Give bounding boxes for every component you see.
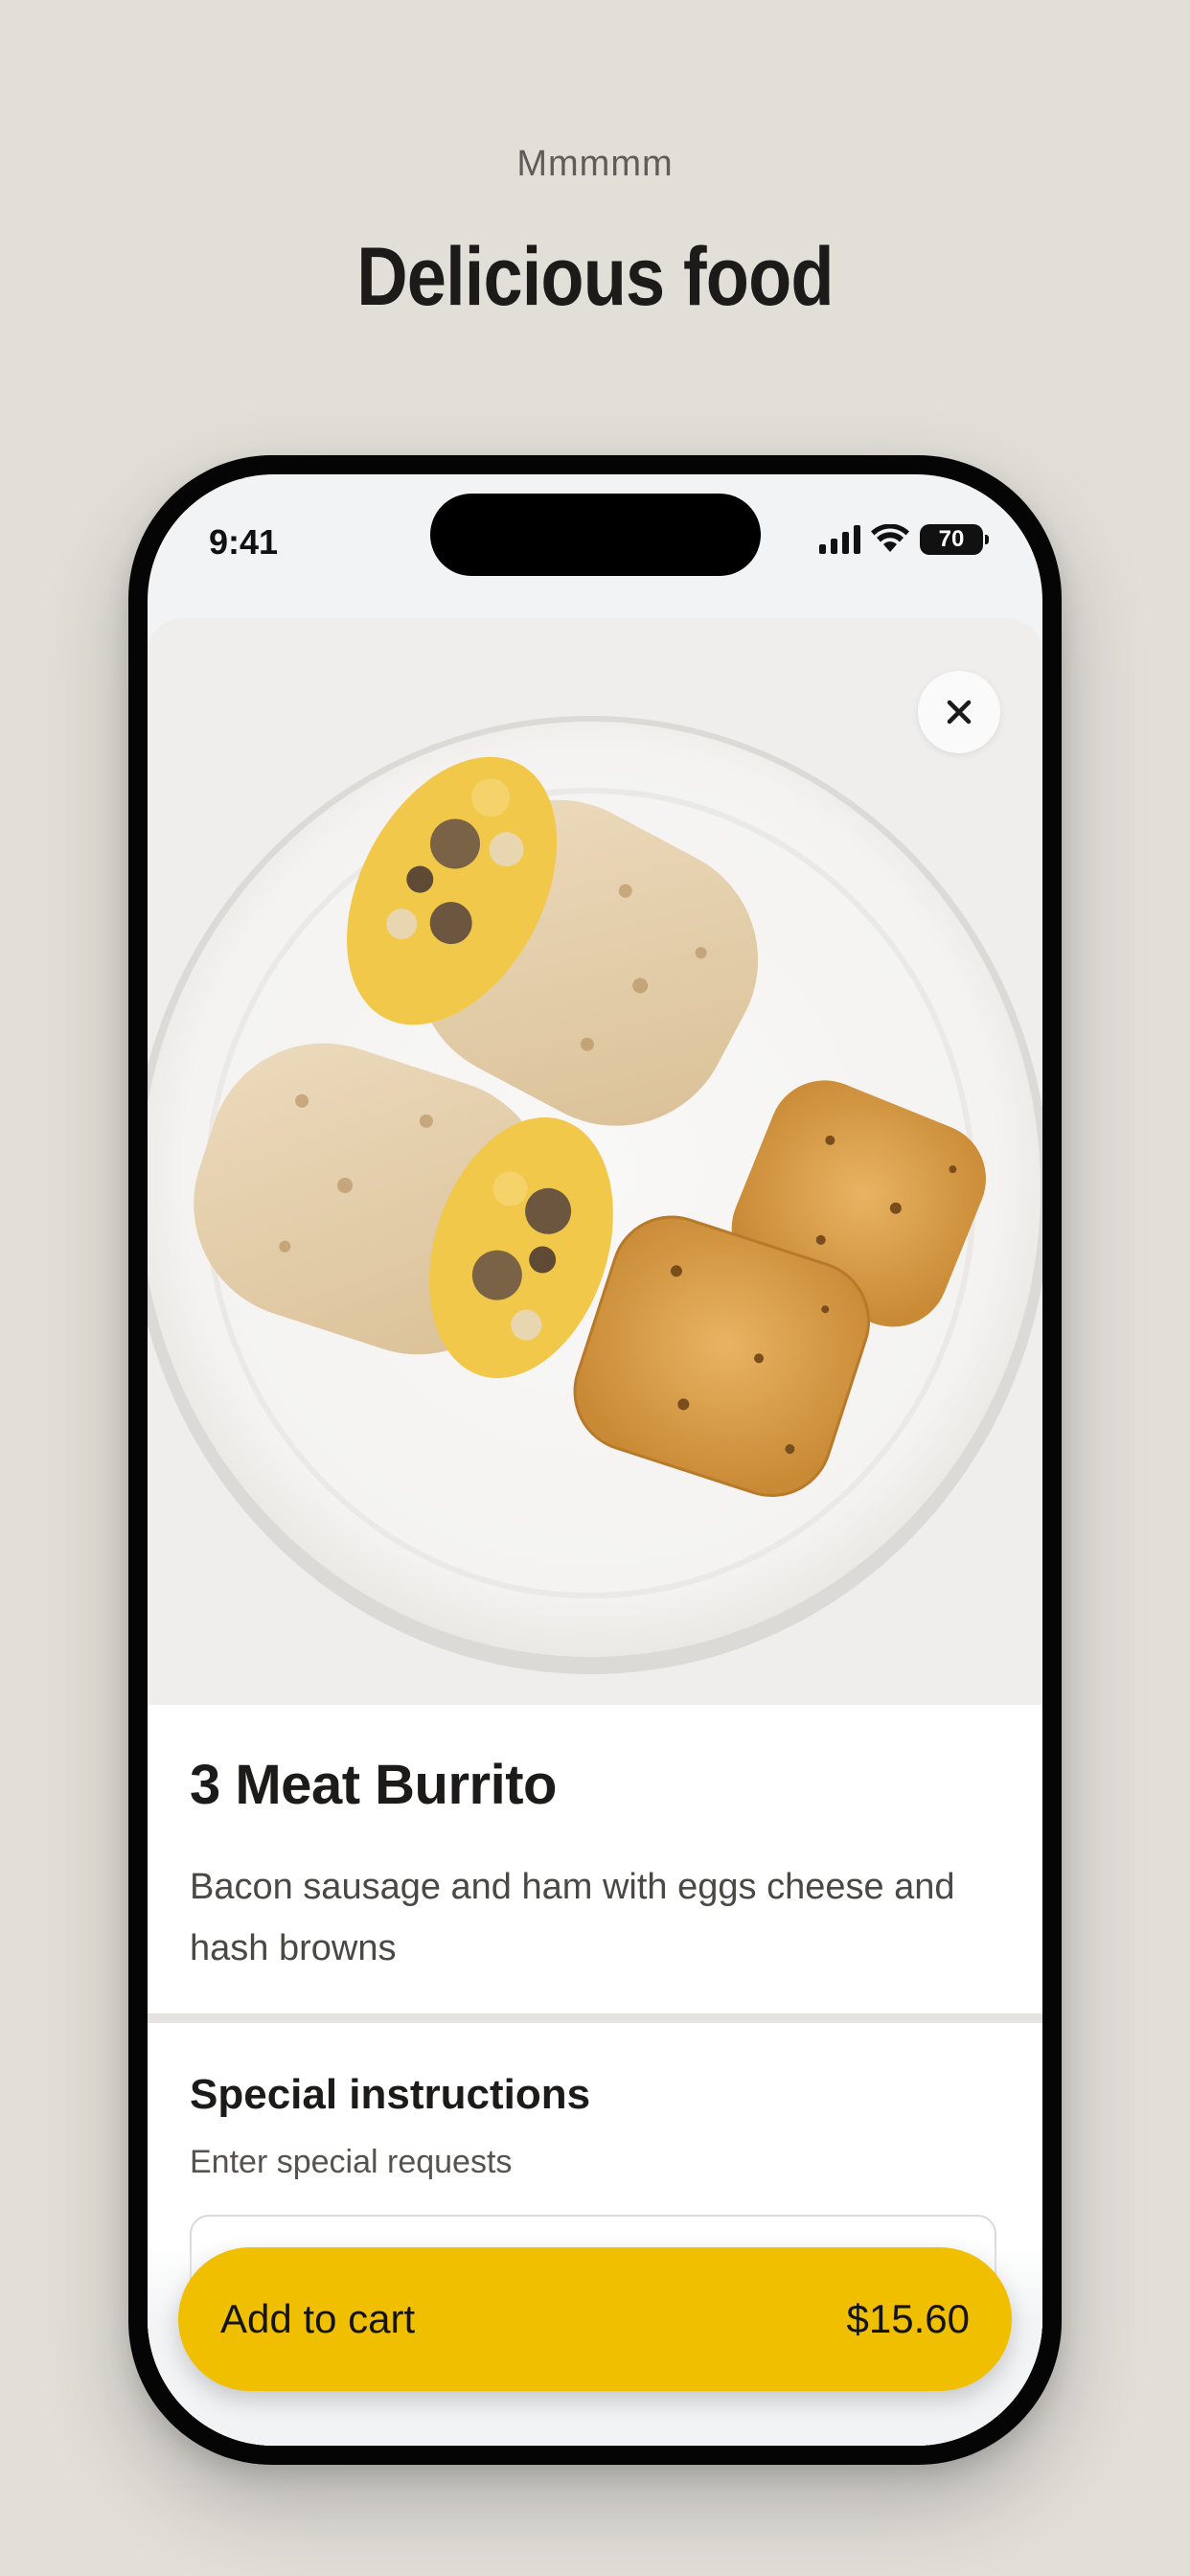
instructions-subtitle: Enter special requests <box>190 2144 513 2180</box>
product-info: 3 Meat Burrito Bacon sausage and ham wit… <box>148 1705 1042 2013</box>
cart-price: $15.60 <box>846 2296 970 2341</box>
close-button[interactable] <box>918 671 1000 753</box>
dynamic-island <box>430 494 761 576</box>
phone-screen: 9:41 70 3 Meat Burrito Bacon sausage and… <box>148 474 1042 2446</box>
battery-icon: 70 <box>920 524 989 555</box>
product-description: Bacon sausage and ham with eggs cheese a… <box>190 1867 955 1968</box>
page-eyebrow: Mmmmm <box>516 144 674 184</box>
status-icons: 70 <box>819 524 989 555</box>
section-divider <box>148 2013 1042 2023</box>
add-to-cart-label: Add to cart <box>220 2296 416 2341</box>
burrito-photo <box>148 618 1042 1705</box>
product-title: 3 Meat Burrito <box>190 1754 557 1816</box>
signal-icon <box>819 525 860 554</box>
status-bar: 9:41 70 <box>148 474 1042 609</box>
add-to-cart-button[interactable]: Add to cart $15.60 <box>178 2247 1012 2391</box>
status-time: 9:41 <box>209 522 279 562</box>
wifi-icon <box>871 524 909 552</box>
burrito-illustration <box>148 618 1042 1705</box>
product-sheet: 3 Meat Burrito Bacon sausage and ham wit… <box>148 618 1042 2446</box>
page-headline: Delicious food <box>356 231 834 323</box>
close-icon <box>947 700 972 724</box>
instructions-title: Special instructions <box>190 2071 591 2118</box>
phone-frame: 9:41 70 3 Meat Burrito Bacon sausage and… <box>128 455 1062 2465</box>
